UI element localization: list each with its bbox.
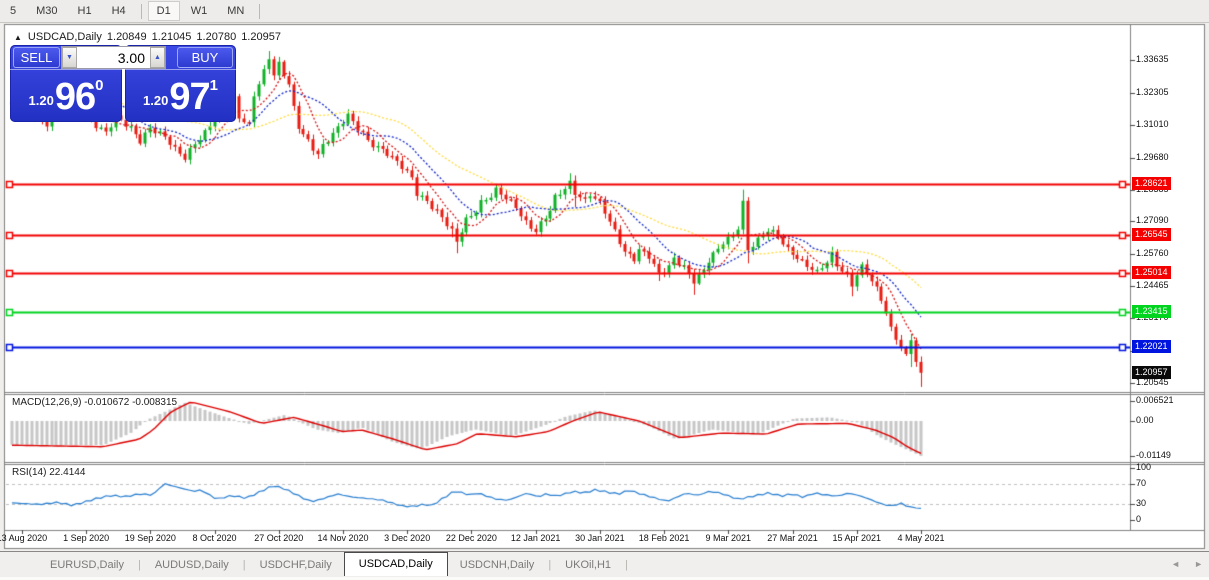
chart-symbol-title: USDCAD,Daily bbox=[27, 31, 102, 43]
chart-tab-usdchf[interactable]: USDCHF,Daily bbox=[248, 555, 344, 575]
tab-scroll-left-icon[interactable]: ◄ bbox=[1171, 559, 1180, 569]
timeframe-button-d1[interactable]: D1 bbox=[147, 1, 180, 21]
chart-tab-usdcad[interactable]: USDCAD,Daily bbox=[343, 552, 448, 576]
bid-price-prefix: 1.20 bbox=[28, 93, 54, 108]
bid-price: 1.20 96 0 bbox=[10, 71, 122, 122]
tab-separator: | bbox=[548, 558, 552, 571]
tab-separator: | bbox=[137, 558, 141, 571]
volume-increase-button[interactable]: ▲ bbox=[150, 47, 165, 68]
chart-tab-audusd[interactable]: AUDUSD,Daily bbox=[143, 555, 241, 575]
timeframe-toolbar: 5 M30 H1 H4 D1 W1 MN bbox=[0, 0, 1209, 23]
toolbar-separator bbox=[259, 3, 261, 19]
ask-price-big: 97 bbox=[169, 75, 210, 118]
ask-price-sup: 1 bbox=[209, 77, 218, 94]
timeframe-button-5[interactable]: 5 bbox=[1, 1, 25, 21]
chart-tab-bar: EURUSD,Daily | AUDUSD,Daily | USDCHF,Daily US… bbox=[0, 551, 1209, 577]
tab-separator: | bbox=[625, 558, 628, 571]
timeframe-button-h1[interactable]: H1 bbox=[69, 1, 101, 21]
chart-tab-ukoil[interactable]: UKOil,H1 bbox=[553, 555, 623, 575]
symbol-arrow-icon: ▲ bbox=[14, 33, 22, 42]
ohlc-low: 1.20780 bbox=[196, 31, 237, 43]
tab-scroll-right-icon[interactable]: ► bbox=[1194, 559, 1203, 569]
ohlc-high: 1.21045 bbox=[151, 31, 192, 43]
bid-price-big: 96 bbox=[54, 75, 96, 118]
ask-price-prefix: 1.20 bbox=[143, 93, 169, 108]
chart-ohlc-header: ▲ USDCAD,Daily 1.20849 1.21045 1.20780 1.2095… bbox=[14, 31, 286, 43]
volume-input[interactable] bbox=[77, 47, 150, 68]
ohlc-open: 1.20849 bbox=[106, 31, 147, 43]
mt4-window: 5 M30 H1 H4 D1 W1 MN ▲ USDCAD,Daily 1.20849 1.210… bbox=[0, 0, 1209, 580]
volume-decrease-button[interactable]: ▼ bbox=[62, 47, 77, 68]
timeframe-button-w1[interactable]: W1 bbox=[182, 1, 217, 21]
tab-separator: | bbox=[242, 558, 246, 571]
chart-tab-usdcnh[interactable]: USDCNH,Daily bbox=[448, 555, 547, 575]
one-click-trading-panel: SELL 1.20 96 0 BUY 1.20 97 1 ▼ ▲ bbox=[10, 45, 236, 122]
buy-button[interactable]: BUY bbox=[177, 47, 233, 68]
chart-tab-eurusd[interactable]: EURUSD,Daily bbox=[38, 555, 136, 575]
timeframe-button-m30[interactable]: M30 bbox=[27, 1, 66, 21]
ask-price: 1.20 97 1 bbox=[125, 71, 236, 122]
ohlc-close: 1.20957 bbox=[241, 31, 281, 43]
bid-price-sup: 0 bbox=[95, 77, 104, 94]
toolbar-separator bbox=[140, 3, 142, 19]
sell-button[interactable]: SELL bbox=[13, 47, 60, 68]
timeframe-button-mn[interactable]: MN bbox=[218, 1, 253, 21]
timeframe-button-h4[interactable]: H4 bbox=[103, 1, 135, 21]
volume-spinner: ▼ ▲ bbox=[61, 46, 166, 69]
tab-scroll-controls: ◄ ► bbox=[1171, 559, 1203, 569]
